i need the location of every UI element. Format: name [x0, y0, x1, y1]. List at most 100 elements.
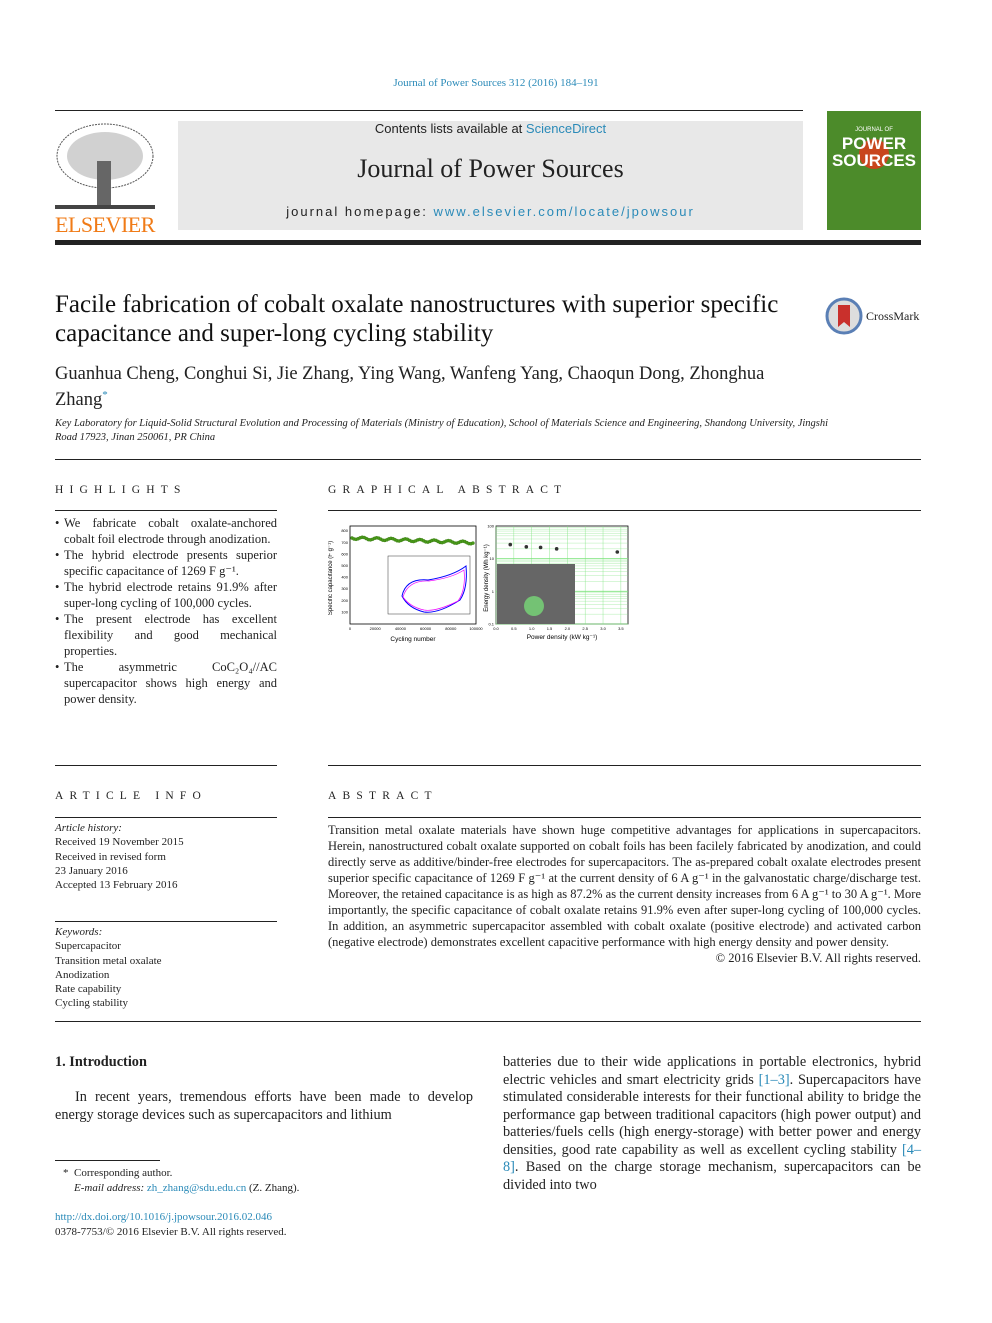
author-list: Guanhua Cheng, Conghui Si, Jie Zhang, Yi… [55, 364, 795, 411]
homepage-label: journal homepage: [286, 204, 434, 219]
elsevier-logo-text: ELSEVIER [55, 212, 155, 237]
intro-heading: 1. Introduction [55, 1054, 147, 1070]
highlight-item: The hybrid electrode retains 91.9% after… [55, 579, 277, 611]
x-tick-label: 20000 [370, 626, 382, 631]
journal-title: Journal of Power Sources [357, 154, 624, 183]
x-tick-label: 80000 [445, 626, 457, 631]
header-thick-rule [55, 240, 921, 245]
y-tick-label: 0.1 [488, 622, 494, 627]
history-item: 23 January 2016 [55, 864, 128, 877]
intro-paragraph-left: In recent years, tremendous efforts have… [55, 1089, 473, 1123]
elsevier-tree-logo [55, 121, 155, 211]
graphical-abstract-figure: Specific capacitance (F g⁻¹) Cycling num… [328, 524, 629, 643]
history-item: Received in revised form [55, 850, 166, 863]
homepage-link[interactable]: www.elsevier.com/locate/jpowsour [434, 204, 695, 219]
intro-paragraph-right: batteries due to their wide applications… [503, 1054, 921, 1194]
abstract-heading: ABSTRACT [328, 790, 438, 802]
y-tick-label: 700 [341, 540, 348, 545]
footnote-mark: * [63, 1167, 69, 1179]
rule [328, 510, 921, 511]
email-suffix: (Z. Zhang). [246, 1182, 300, 1194]
rule [55, 510, 277, 511]
x-tick-label: 40000 [395, 626, 407, 631]
sciencedirect-link[interactable]: ScienceDirect [526, 121, 606, 136]
x-tick-label: 3.0 [600, 626, 606, 631]
journal-cover-image: JOURNAL OF POWER SOURCES [827, 111, 921, 230]
y-tick-label: 200 [341, 598, 348, 603]
article-history: Article history: Received 19 November 20… [55, 821, 277, 892]
journal-citation-link[interactable]: Journal of Power Sources 312 (2016) 184–… [0, 77, 992, 89]
abstract: Transition metal oxalate materials have … [328, 822, 921, 966]
keyword: Rate capability [55, 983, 122, 996]
highlight-item: The present electrode has excellent flex… [55, 611, 277, 659]
data-point [615, 550, 620, 554]
right-chart: Energy density (Wh kg⁻¹) Power density (… [484, 524, 629, 641]
x-tick-label: 0.5 [511, 626, 517, 631]
article-page: Journal of Power Sources 312 (2016) 184–… [0, 0, 992, 1323]
y-tick-label: 10 [490, 556, 495, 561]
keywords-label: Keywords: [55, 926, 103, 938]
y-tick-label: 500 [341, 563, 348, 568]
affiliation: Key Laboratory for Liquid-Solid Structur… [55, 418, 829, 443]
contents-label: Contents lists available at [374, 121, 526, 136]
data-point [471, 541, 475, 545]
keyword: Anodization [55, 968, 110, 981]
authors: Guanhua Cheng, Conghui Si, Jie Zhang, Yi… [55, 364, 765, 411]
rule [55, 817, 277, 818]
rule [328, 765, 921, 766]
text: . Based on the charge storage mechanism,… [503, 1159, 921, 1193]
issn: 0378-7753/© 2016 Elsevier B.V. All right… [55, 1226, 287, 1238]
y-tick-label: 1 [492, 589, 495, 594]
left-ylabel: Specific capacitance (F g⁻¹) [328, 541, 334, 615]
y-tick-label: 600 [341, 551, 348, 556]
email-label: E-mail address: [74, 1182, 147, 1194]
right-xlabel: Power density (kW kg⁻¹) [527, 634, 598, 641]
highlights-list: We fabricate cobalt oxalate-anchored cob… [55, 515, 277, 707]
footnote: * Corresponding author. E-mail address: … [63, 1166, 299, 1196]
x-tick-label: 2.0 [565, 626, 571, 631]
cover-title-2: SOURCES [831, 151, 917, 170]
data-point [538, 545, 543, 550]
crossmark-badge[interactable]: CrossMark [825, 297, 919, 335]
keywords: Keywords: Supercapacitor Transition meta… [55, 925, 277, 1011]
abstract-text: Transition metal oxalate materials have … [328, 823, 921, 949]
doi-link[interactable]: http://dx.doi.org/10.1016/j.jpowsour.201… [55, 1211, 272, 1223]
y-tick-label: 100 [487, 524, 494, 529]
highlight-item: The asymmetric CoC₂O₄//AC supercapacitor… [55, 659, 277, 707]
keyword: Supercapacitor [55, 940, 121, 953]
rule [55, 1021, 921, 1022]
crossmark-label: CrossMark [866, 308, 920, 323]
email-link[interactable]: zh_zhang@sdu.edu.cn [147, 1182, 246, 1194]
highlight-item: The hybrid electrode presents superior s… [55, 547, 277, 579]
homepage-line: journal homepage: www.elsevier.com/locat… [178, 204, 803, 219]
highlight-item: We fabricate cobalt oxalate-anchored cob… [55, 515, 277, 547]
graphical-abstract-heading: GRAPHICAL ABSTRACT [328, 484, 568, 496]
rule [55, 765, 277, 766]
y-tick-label: 800 [341, 528, 348, 533]
reference-link[interactable]: [1–3] [759, 1072, 790, 1088]
crossmark-icon [825, 297, 863, 335]
rule [55, 459, 921, 460]
contents-line: Contents lists available at ScienceDirec… [178, 121, 803, 136]
y-tick-label: 100 [341, 609, 348, 614]
cover-text: JOURNAL OF [855, 127, 893, 133]
journal-header: Contents lists available at ScienceDirec… [178, 121, 803, 230]
rule [328, 817, 921, 818]
corresponding-author-mark[interactable]: * [102, 389, 108, 401]
cv-inset [387, 555, 471, 615]
right-ylabel: Energy density (Wh kg⁻¹) [484, 544, 490, 612]
history-item: Accepted 13 February 2016 [55, 879, 178, 892]
history-item: Received 19 November 2015 [55, 836, 184, 849]
cover-title-1: POWER [841, 134, 907, 153]
x-tick-label: 2.5 [582, 626, 588, 631]
left-xlabel: Cycling number [390, 636, 436, 643]
x-tick-label: 1.0 [529, 626, 535, 631]
highlights-heading: HIGHLIGHTS [55, 484, 187, 496]
article-info-heading: ARTICLE INFO [55, 790, 207, 802]
footnote-rule [55, 1160, 160, 1161]
history-label: Article history: [55, 822, 122, 834]
footnote-text: Corresponding author. [74, 1167, 173, 1179]
left-chart: Specific capacitance (F g⁻¹) Cycling num… [328, 525, 483, 643]
keyword: Transition metal oxalate [55, 954, 162, 967]
x-tick-label: 0 [349, 626, 352, 631]
